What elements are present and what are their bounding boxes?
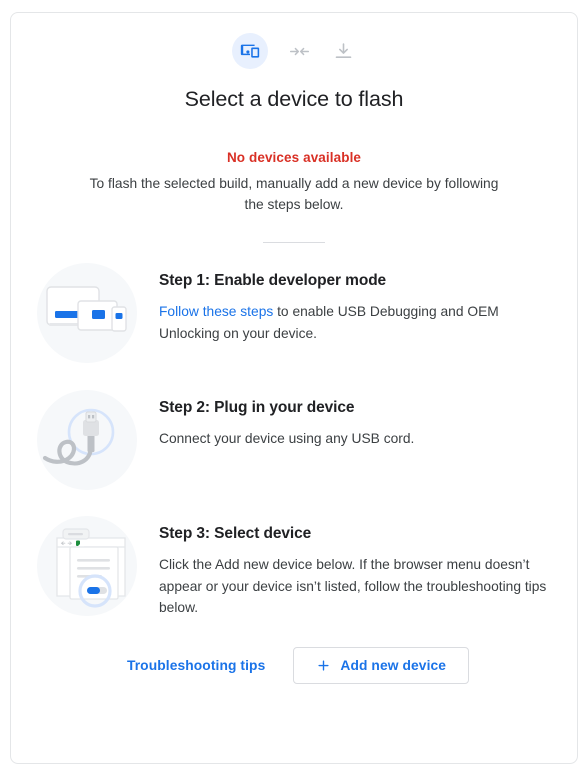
download-icon [330, 38, 356, 64]
step-description: Connect your device using any USB cord. [159, 431, 415, 446]
devices-icon [239, 40, 261, 62]
browser-select-illustration [37, 516, 137, 616]
step-description: Follow these steps to enable USB Debuggi… [159, 301, 551, 344]
status-icon-row [11, 33, 577, 69]
step-body: Step 1: Enable developer mode Follow the… [137, 263, 551, 344]
step-body: Step 2: Plug in your device Connect your… [137, 390, 551, 450]
divider [263, 242, 325, 243]
step-item: Step 3: Select device Click the Add new … [37, 516, 551, 619]
step-title: Step 1: Enable developer mode [159, 272, 387, 289]
devices-illustration [37, 263, 137, 363]
flash-device-card: Select a device to flash No devices avai… [10, 12, 578, 764]
card-footer: Troubleshooting tips Add new device [11, 646, 577, 684]
usb-cable-illustration [37, 390, 137, 490]
status-message: No devices available [226, 150, 362, 165]
step-title: Step 2: Plug in your device [159, 399, 355, 416]
step-description: Click the Add new device below. If the b… [159, 557, 547, 615]
step-item: Step 2: Plug in your device Connect your… [37, 390, 551, 490]
add-new-device-button[interactable]: Add new device [293, 646, 470, 684]
step-item: Step 1: Enable developer mode Follow the… [37, 263, 551, 363]
compress-arrows-icon [286, 38, 312, 64]
status-description: To flash the selected build, manually ad… [89, 176, 499, 212]
steps-list: Step 1: Enable developer mode Follow the… [11, 263, 577, 619]
add-new-device-label: Add new device [340, 657, 447, 673]
page-title: Select a device to flash [184, 87, 404, 111]
plus-icon [316, 658, 331, 673]
step-body: Step 3: Select device Click the Add new … [137, 516, 551, 619]
follow-steps-link[interactable]: Follow these steps [159, 304, 273, 319]
devices-icon-badge [232, 33, 268, 69]
troubleshooting-tips-button[interactable]: Troubleshooting tips [119, 650, 273, 681]
step-title: Step 3: Select device [159, 525, 312, 542]
